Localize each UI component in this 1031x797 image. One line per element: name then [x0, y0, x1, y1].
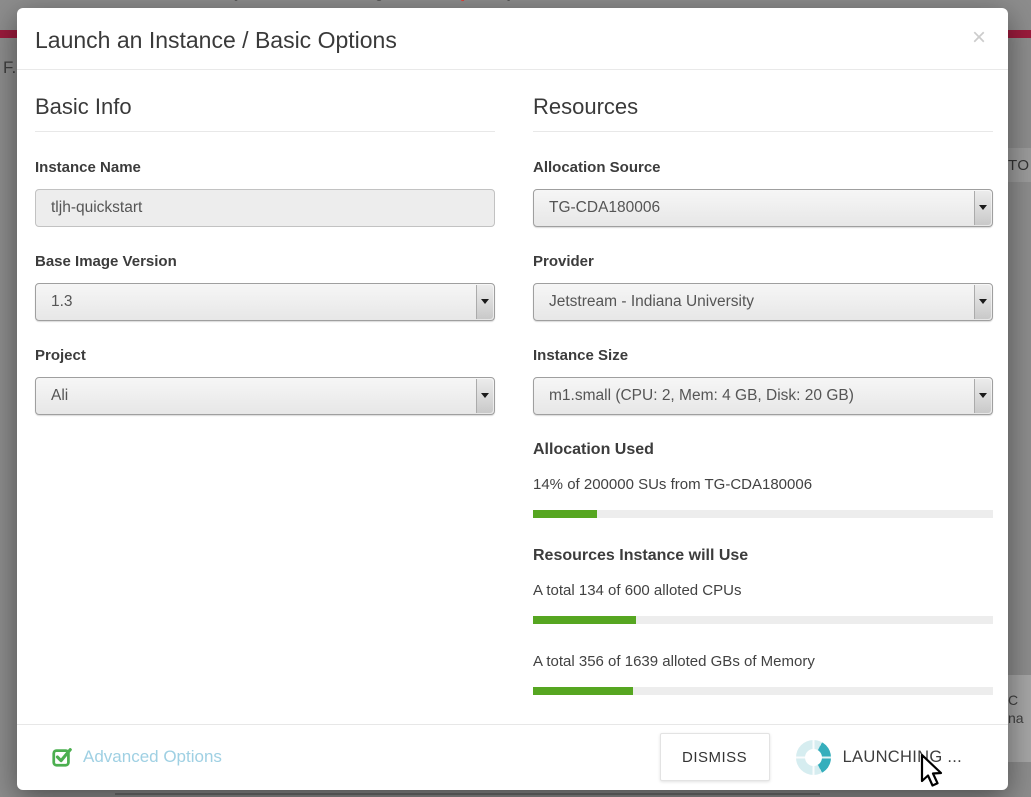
background-navbar: ▦ Dashboard ✎ Projects ⬚ Images ❓ Help	[28, 0, 516, 8]
instance-size-label: Instance Size	[533, 347, 993, 364]
resources-will-use-heading: Resources Instance will Use	[533, 547, 993, 565]
selected-value: m1.small (CPU: 2, Mem: 4 GB, Disk: 20 GB…	[549, 387, 854, 405]
instance-name-input[interactable]	[35, 189, 495, 227]
selected-value: TG-CDA180006	[549, 199, 660, 217]
progress-fill	[533, 687, 633, 695]
base-image-version-select[interactable]: 1.3	[35, 283, 495, 321]
resources-heading: Resources	[533, 94, 993, 132]
base-image-version-label: Base Image Version	[35, 253, 495, 270]
advanced-options-link[interactable]: Advanced Options	[51, 746, 222, 768]
images-icon: ⬚	[323, 0, 337, 2]
launch-instance-modal: Launch an Instance / Basic Options × Bas…	[17, 8, 1008, 790]
mouse-cursor	[918, 753, 946, 789]
progress-fill	[533, 616, 636, 624]
progress-fill	[533, 510, 597, 518]
chevron-down-icon	[974, 285, 991, 319]
instance-name-label: Instance Name	[35, 159, 495, 176]
background-panel-fragment: C na	[1008, 675, 1031, 762]
modal-title: Launch an Instance / Basic Options	[35, 27, 397, 53]
instance-size-select[interactable]: m1.small (CPU: 2, Mem: 4 GB, Disk: 20 GB…	[533, 377, 993, 415]
selected-value: Ali	[51, 387, 68, 405]
close-icon[interactable]: ×	[972, 26, 986, 50]
dashboard-icon: ▦	[28, 0, 42, 2]
cpu-usage-text: A total 134 of 600 alloted CPUs	[533, 582, 993, 599]
nav-item-help[interactable]: ❓ Help	[454, 0, 516, 2]
resources-column: Resources Allocation Source TG-CDA180006…	[533, 94, 993, 724]
dismiss-button[interactable]: DISMISS	[660, 733, 770, 781]
nav-item-label: Dashboard	[51, 0, 135, 2]
selected-value: Jetstream - Indiana University	[549, 293, 754, 311]
chevron-down-icon	[974, 191, 991, 225]
background-text-fragment-left: F.	[3, 58, 16, 78]
chevron-down-icon	[476, 379, 493, 413]
basic-info-column: Basic Info Instance Name Base Image Vers…	[35, 94, 495, 724]
modal-header: Launch an Instance / Basic Options ×	[17, 8, 1008, 69]
memory-usage-progressbar	[533, 687, 993, 695]
chevron-down-icon	[974, 379, 991, 413]
modal-footer: Advanced Options DISMISS LAUNCHING ...	[17, 724, 1008, 790]
project-select[interactable]: Ali	[35, 377, 495, 415]
allocation-source-label: Allocation Source	[533, 159, 993, 176]
launching-button[interactable]: LAUNCHING ...	[796, 740, 990, 775]
nav-item-label: Images	[347, 0, 402, 2]
basic-info-heading: Basic Info	[35, 94, 495, 132]
provider-label: Provider	[533, 253, 993, 270]
nav-item-label: Help	[482, 0, 517, 2]
nav-item-projects[interactable]: ✎ Projects	[187, 0, 272, 2]
allocation-used-text: 14% of 200000 SUs from TG-CDA180006	[533, 476, 993, 493]
provider-select[interactable]: Jetstream - Indiana University	[533, 283, 993, 321]
nav-item-label: Projects	[208, 0, 271, 2]
nav-item-images[interactable]: ⬚ Images	[323, 0, 401, 2]
projects-icon: ✎	[187, 0, 200, 2]
chevron-down-icon	[476, 285, 493, 319]
help-icon: ❓	[454, 0, 473, 2]
background-table-border	[115, 793, 820, 795]
allocation-source-select[interactable]: TG-CDA180006	[533, 189, 993, 227]
nav-item-dashboard[interactable]: ▦ Dashboard	[28, 0, 135, 2]
memory-usage-text: A total 356 of 1639 alloted GBs of Memor…	[533, 653, 993, 670]
allocation-used-progressbar	[533, 510, 993, 518]
selected-value: 1.3	[51, 293, 73, 311]
background-button-fragment: TO	[1008, 148, 1031, 182]
advanced-options-label: Advanced Options	[83, 747, 222, 767]
cpu-usage-progressbar	[533, 616, 993, 624]
project-label: Project	[35, 347, 495, 364]
allocation-used-heading: Allocation Used	[533, 441, 993, 459]
check-square-icon	[51, 746, 73, 768]
modal-body: Basic Info Instance Name Base Image Vers…	[17, 70, 1008, 724]
loading-spinner-icon	[796, 740, 831, 775]
